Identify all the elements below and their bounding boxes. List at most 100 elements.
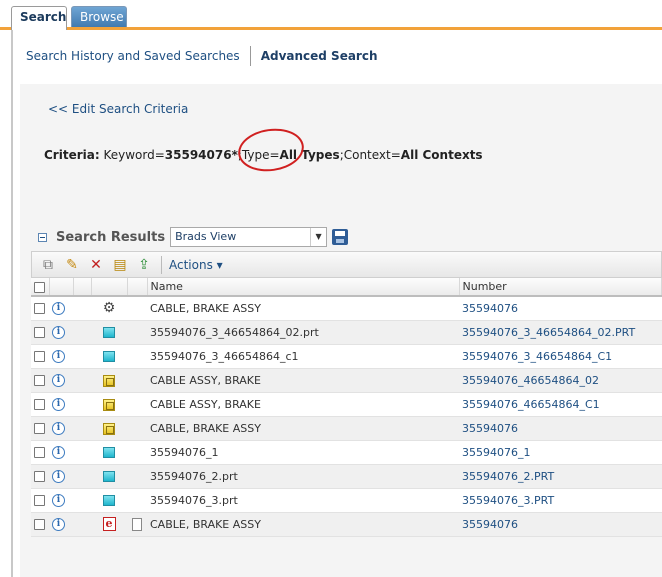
row-checkbox[interactable]	[34, 327, 45, 338]
row-select-cell	[31, 488, 49, 513]
info-icon[interactable]: i	[52, 469, 65, 483]
row-type-cell	[91, 464, 127, 489]
name-column-header[interactable]: Name	[147, 278, 460, 297]
row-name: 35594076_3_46654864_c1	[147, 344, 459, 369]
assembly-icon	[103, 374, 115, 387]
row-info-cell: i	[49, 416, 73, 441]
info-icon[interactable]: i	[52, 397, 65, 411]
tab-bar: Search Browse	[0, 0, 662, 30]
row-checkbox[interactable]	[34, 375, 45, 386]
table-row[interactable]: i 35594076_2.prt 35594076_2.PRT	[31, 464, 662, 489]
row-number-link[interactable]: 35594076	[459, 512, 662, 537]
criteria-line: Criteria: Keyword=35594076*;Type=All Typ…	[44, 148, 483, 162]
hierarchy-icon[interactable]: ▤	[112, 257, 128, 273]
row-blank-cell	[73, 416, 91, 441]
actions-label: Actions	[169, 257, 213, 272]
row-checkbox[interactable]	[34, 447, 45, 458]
row-checkbox[interactable]	[34, 399, 45, 410]
chevron-down-icon[interactable]: ▼	[310, 228, 326, 246]
row-name: 35594076_2.prt	[147, 464, 459, 489]
search-history-link[interactable]: Search History and Saved Searches	[26, 49, 240, 63]
info-icon[interactable]: i	[52, 302, 65, 315]
keyword-label: Keyword=	[103, 148, 165, 162]
toolbar-divider	[161, 255, 162, 274]
info-icon[interactable]: i	[52, 349, 65, 363]
row-number-link[interactable]: 35594076	[459, 296, 662, 321]
view-select[interactable]: Brads View ▼	[170, 227, 328, 247]
row-name: CABLE ASSY, BRAKE	[147, 368, 459, 393]
row-number-link[interactable]: 35594076_3_46654864_C1	[459, 344, 662, 369]
info-icon[interactable]: i	[52, 493, 65, 507]
row-checkbox[interactable]	[34, 303, 45, 315]
row-checkbox[interactable]	[34, 519, 45, 530]
row-doc-cell	[127, 296, 147, 321]
save-view-icon[interactable]	[332, 229, 349, 245]
row-select-cell	[31, 296, 49, 321]
row-blank-cell	[73, 440, 91, 465]
info-icon[interactable]: i	[52, 445, 65, 459]
tab-search[interactable]: Search	[11, 6, 67, 30]
row-doc-cell	[127, 416, 147, 441]
row-checkbox[interactable]	[34, 351, 45, 362]
row-blank-cell	[73, 464, 91, 489]
advanced-search-link[interactable]: Advanced Search	[261, 49, 378, 63]
results-title: Search Results	[56, 229, 166, 245]
row-number-link[interactable]: 35594076_1	[459, 440, 662, 465]
row-number-link[interactable]: 35594076_2.PRT	[459, 464, 662, 489]
table-header-row: Name Number	[31, 278, 662, 297]
row-checkbox[interactable]	[34, 423, 45, 434]
info-icon[interactable]: i	[52, 373, 65, 387]
delete-icon[interactable]: ✕	[88, 257, 104, 273]
edit-search-criteria-link[interactable]: << Edit Search Criteria	[48, 102, 188, 116]
table-row[interactable]: i 35594076_1 35594076_1	[31, 440, 662, 465]
row-blank-cell	[73, 392, 91, 417]
row-info-cell: i	[49, 344, 73, 369]
row-select-cell	[31, 416, 49, 441]
info-icon[interactable]: i	[52, 421, 65, 435]
table-row[interactable]: i CABLE ASSY, BRAKE 35594076_46654864_C1	[31, 392, 662, 417]
row-select-cell	[31, 440, 49, 465]
row-number-link[interactable]: 35594076_3_46654864_02.PRT	[459, 320, 662, 345]
row-blank-cell	[73, 488, 91, 513]
row-info-cell: i	[49, 392, 73, 417]
row-blank-cell	[73, 512, 91, 537]
row-info-cell: i	[49, 464, 73, 489]
row-checkbox[interactable]	[34, 495, 45, 506]
row-checkbox[interactable]	[34, 471, 45, 482]
criteria-label: Criteria:	[44, 148, 100, 162]
type-label: ;Type=	[237, 148, 280, 162]
table-row[interactable]: i CABLE, BRAKE ASSY 35594076	[31, 416, 662, 441]
copy-icon[interactable]: ⧉	[40, 257, 56, 273]
table-row[interactable]: i 35594076_3_46654864_c1 35594076_3_466548…	[31, 344, 662, 369]
edit-icon[interactable]: ✎	[64, 257, 80, 273]
keyword-value: 35594076*	[164, 148, 238, 162]
gear-icon: ⚙	[102, 300, 116, 317]
row-number-link[interactable]: 35594076	[459, 416, 662, 441]
row-info-cell: i	[49, 512, 73, 537]
part-icon	[103, 327, 115, 338]
row-type-cell	[91, 392, 127, 417]
number-column-header[interactable]: Number	[459, 278, 662, 297]
row-number-link[interactable]: 35594076_46654864_C1	[459, 392, 662, 417]
row-number-link[interactable]: 35594076_3.PRT	[459, 488, 662, 513]
collapse-toggle-icon[interactable]	[38, 232, 47, 242]
info-icon[interactable]: i	[52, 517, 65, 531]
row-type-cell	[91, 440, 127, 465]
select-all-checkbox[interactable]	[34, 281, 45, 293]
table-row[interactable]: i 35594076_3_46654864_02.prt 35594076_3_46…	[31, 320, 662, 345]
table-row[interactable]: i e CABLE, BRAKE ASSY 35594076	[31, 512, 662, 537]
row-name: 35594076_3_46654864_02.prt	[147, 320, 459, 345]
table-row[interactable]: i CABLE ASSY, BRAKE 35594076_46654864_02	[31, 368, 662, 393]
main-content: Search History and Saved Searches Advanc…	[13, 30, 662, 577]
table-row[interactable]: i 35594076_3.prt 35594076_3.PRT	[31, 488, 662, 513]
table-row[interactable]: i ⚙ CABLE, BRAKE ASSY 35594076	[31, 296, 662, 321]
actions-menu[interactable]: Actions ▾	[169, 258, 223, 272]
row-select-cell	[31, 368, 49, 393]
tab-browse[interactable]: Browse	[71, 6, 127, 28]
info-icon[interactable]: i	[52, 325, 65, 339]
row-name: CABLE, BRAKE ASSY	[147, 512, 459, 537]
info-header	[49, 278, 74, 297]
export-icon[interactable]: ⇪	[136, 257, 152, 273]
row-info-cell: i	[49, 296, 73, 321]
row-number-link[interactable]: 35594076_46654864_02	[459, 368, 662, 393]
